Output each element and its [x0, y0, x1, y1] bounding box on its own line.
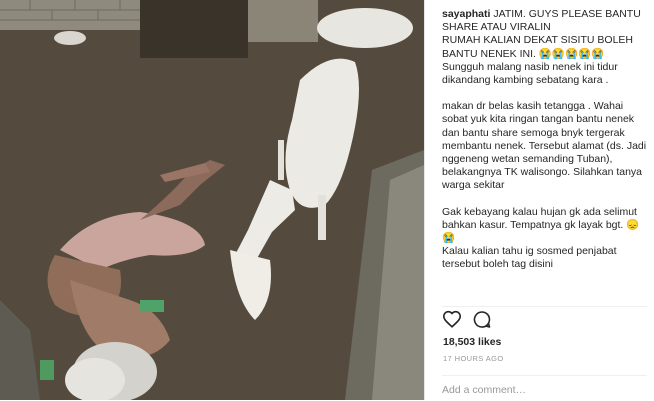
caption-line: Kalau kalian tahu ig sosmed penjabat ter… [442, 245, 617, 271]
post-photo [0, 0, 424, 400]
heart-icon[interactable] [442, 310, 462, 333]
post-actions [442, 306, 647, 333]
add-comment-input[interactable] [442, 384, 642, 396]
caption-first-line: sayaphati JATIM. GUYS PLEASE BANTU SHARE… [442, 8, 647, 34]
post-timestamp[interactable]: 17 HOURS AGO [443, 354, 504, 363]
comment-bubble-icon[interactable] [472, 310, 492, 334]
post-side-panel: sayaphati JATIM. GUYS PLEASE BANTU SHARE… [424, 0, 654, 400]
caption-line: Sungguh malang nasib nenek ini tidur dik… [442, 60, 618, 87]
username-link[interactable]: sayaphati [442, 8, 490, 20]
photo-illustration [0, 0, 424, 400]
caption-line: RUMAH KALIAN DEKAT SISITU BOLEH BANTU NE… [442, 34, 633, 60]
comment-area [442, 375, 647, 401]
caption-line: makan dr belas kasih tetangga . Wahai so… [442, 100, 647, 192]
caption-line: Gak kebayang kalau hujan gk ada selimut … [442, 205, 640, 245]
post-caption: sayaphati JATIM. GUYS PLEASE BANTU SHARE… [442, 8, 647, 272]
likes-count[interactable]: 18,503 likes [443, 336, 501, 348]
